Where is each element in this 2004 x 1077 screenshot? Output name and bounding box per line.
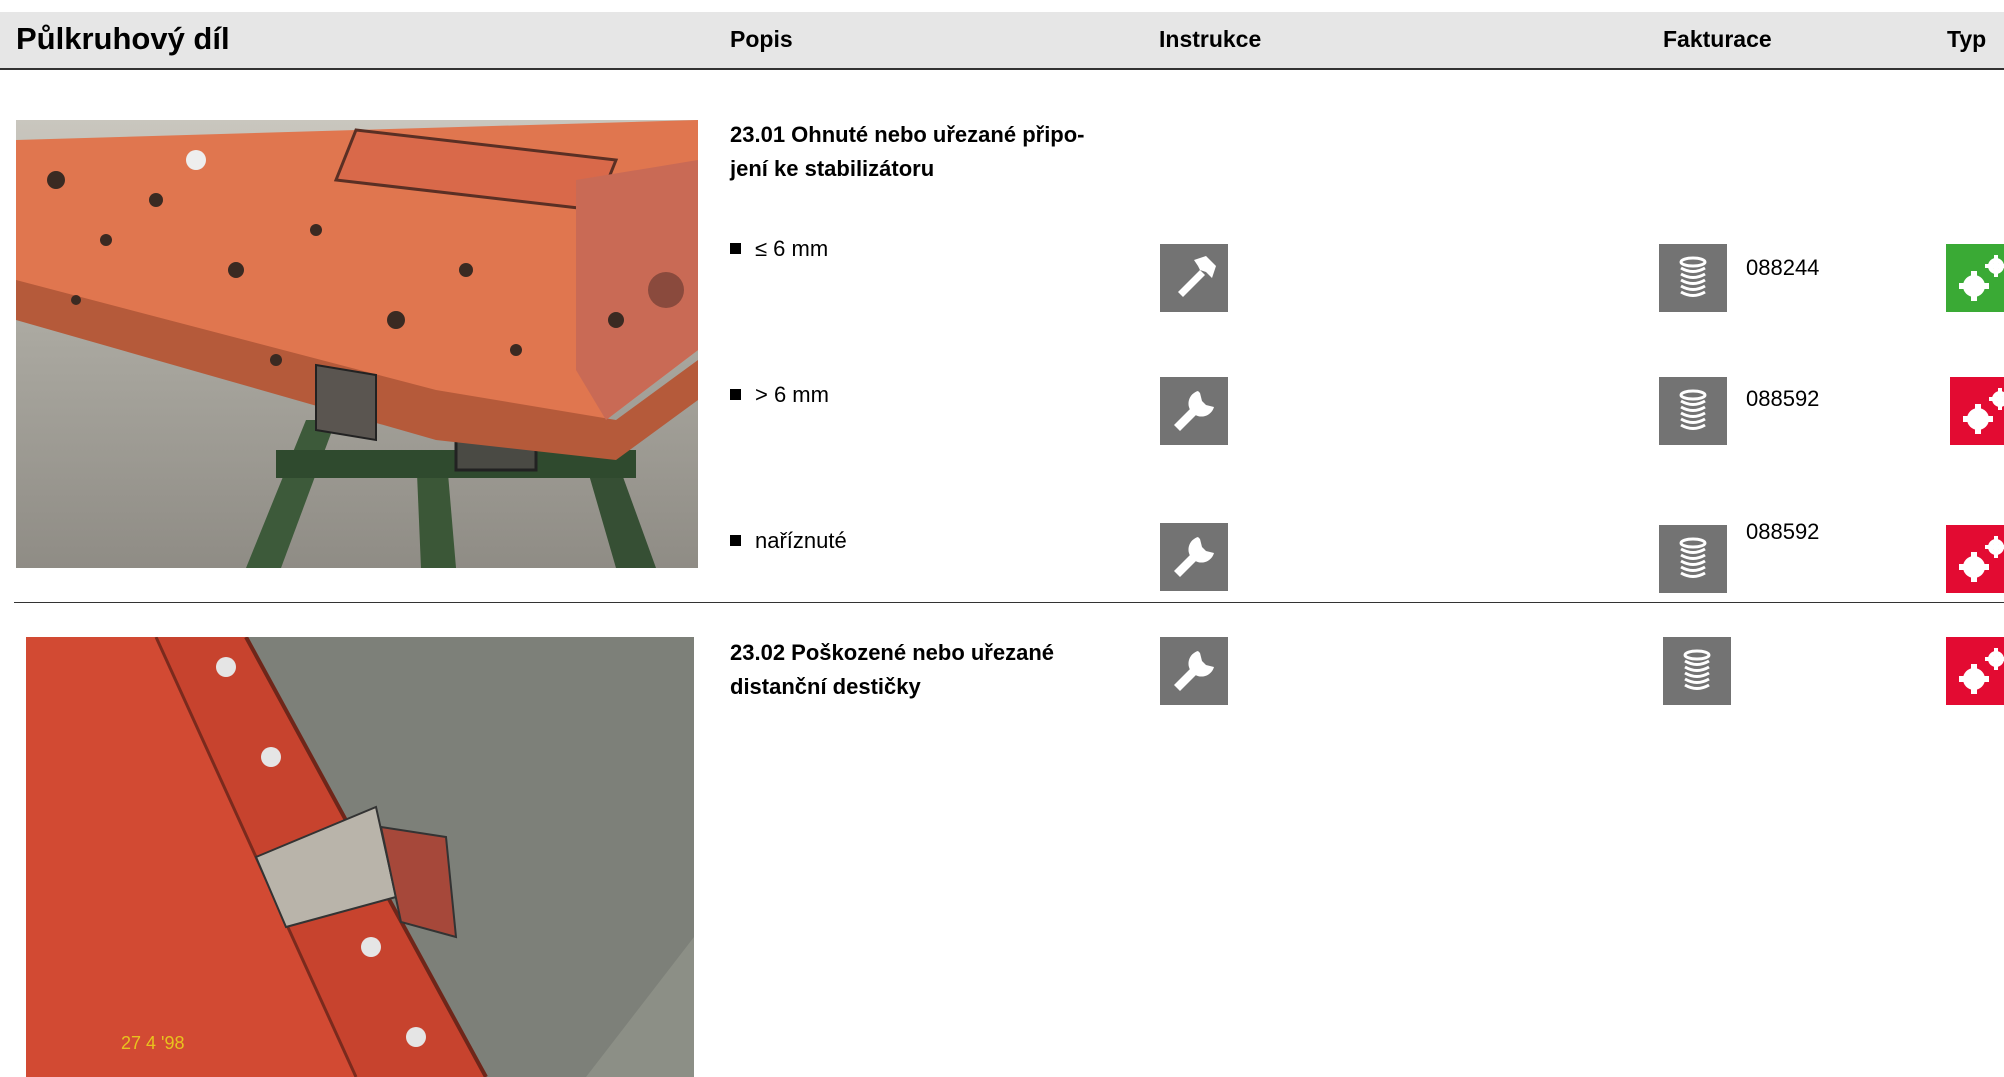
section-title-line: jení ke stabilizátoru — [730, 156, 935, 181]
page-title: Půlkruhový díl — [16, 21, 230, 56]
photo-stabilizer-connection — [16, 120, 698, 568]
column-header-popis: Popis — [730, 26, 793, 52]
gears-icon — [1946, 637, 2004, 705]
variant-label: ≤ 6 mm — [755, 236, 829, 261]
section-title-23-02: 23.02 Poškozené nebo uřezané distanční d… — [730, 636, 1160, 704]
section-title-line: 23.01 Ohnuté nebo uřezané připo- — [730, 122, 1085, 147]
coin-stack-icon[interactable] — [1659, 244, 1727, 312]
gears-icon — [1950, 377, 2004, 445]
fakturace-code: 088244 — [1746, 255, 1820, 280]
coin-stack-icon[interactable] — [1659, 377, 1727, 445]
section-title-line: 23.02 Poškozené nebo uřezané — [730, 640, 1055, 665]
variant-label: > 6 mm — [755, 382, 829, 407]
list-item-variant: naříznuté — [730, 527, 847, 555]
gears-icon — [1946, 525, 2004, 593]
list-item-variant: > 6 mm — [730, 381, 829, 409]
list-item-variant: ≤ 6 mm — [730, 235, 828, 263]
section-divider — [14, 602, 2004, 603]
hammer-icon[interactable] — [1160, 244, 1228, 312]
coin-stack-icon[interactable] — [1659, 525, 1727, 593]
bullet-icon — [730, 389, 741, 400]
photo-date-stamp: 27 4 '98 — [121, 1033, 185, 1053]
bullet-icon — [730, 243, 741, 254]
section-title-line: distanční destičky — [730, 674, 921, 699]
photo-spacer-plates: 27 4 '98 — [26, 637, 694, 1077]
column-header-typ: Typ — [1947, 26, 1987, 52]
section-title-23-01: 23.01 Ohnuté nebo uřezané připo- jení ke… — [730, 118, 1160, 186]
coin-stack-icon[interactable] — [1663, 637, 1731, 705]
wrench-icon[interactable] — [1160, 377, 1228, 445]
column-header-fakturace: Fakturace — [1663, 26, 1772, 52]
wrench-icon[interactable] — [1160, 637, 1228, 705]
bullet-icon — [730, 535, 741, 546]
fakturace-code: 088592 — [1746, 519, 1820, 544]
wrench-icon[interactable] — [1160, 523, 1228, 591]
variant-label: naříznuté — [755, 528, 847, 553]
column-header-instrukce: Instrukce — [1159, 26, 1262, 52]
gears-icon — [1946, 244, 2004, 312]
fakturace-code: 088592 — [1746, 386, 1820, 411]
